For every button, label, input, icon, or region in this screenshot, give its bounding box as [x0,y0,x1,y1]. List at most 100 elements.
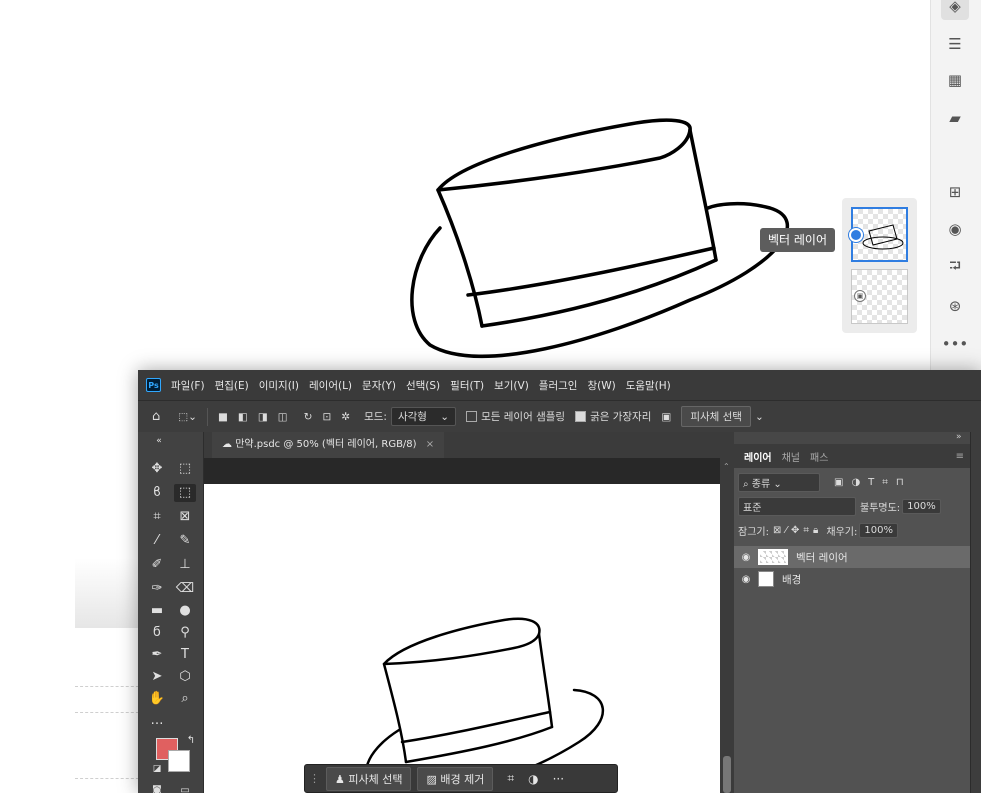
opacity-field[interactable]: 100% [902,498,941,514]
layer-row-background[interactable]: ◉ 배경 [734,568,970,590]
background-color-swatch[interactable] [168,750,190,772]
hard-edge-checkbox[interactable]: 굵은 가장자리 [575,409,651,424]
swap-colors-icon[interactable]: ↰ [180,732,202,750]
object-select-tool-icon[interactable]: ⬚⌄ [178,411,197,423]
menu-help[interactable]: 도움말(H) [626,378,671,393]
comment-icon[interactable]: ▰ [941,104,969,132]
layers-icon[interactable]: ◈ [941,0,969,20]
menu-bar: Ps 파일(F) 편집(E) 이미지(I) 레이어(L) 문자(Y) 선택(S)… [138,370,981,400]
import-icon[interactable]: ⮒ [941,254,969,282]
panel-menu-icon[interactable]: ≡ [956,451,964,462]
eye-icon[interactable]: ◉ [734,552,758,563]
fill-field[interactable]: 100% [859,522,898,538]
tab-layers[interactable]: 레이어 [744,449,772,464]
menu-type[interactable]: 문자(Y) [362,378,396,393]
home-icon[interactable]: ⌂ [152,409,160,424]
brush-tool-icon[interactable]: ✐ [146,556,168,574]
close-tab-icon[interactable]: × [426,439,434,450]
document-tab[interactable]: ☁ 만약.psdc @ 50% (벡터 레이어, RGB/8) × [212,432,445,458]
screen-mode-icon[interactable]: ▭ [174,782,196,793]
collapse-icon[interactable]: « [148,432,170,450]
refresh-icon[interactable]: ↻ [304,411,313,423]
intersect-selection-icon[interactable]: ◫ [278,411,288,423]
lock-icons[interactable]: ⊠⁄✥⌗🔒︎ [773,525,822,536]
menu-file[interactable]: 파일(F) [171,378,205,393]
more-icon[interactable]: ••• [941,330,969,358]
marquee-tool-icon[interactable]: ⬚ [174,460,196,478]
lock-label: 잠그기: [738,526,769,538]
zoom-alt-tool-icon[interactable]: ⚲ [174,624,196,642]
shape-tool-icon[interactable]: ⬡ [174,668,196,686]
hand-tool-icon[interactable]: ✋ [146,690,168,708]
settings-gear-icon[interactable]: ✲ [341,411,350,423]
lasso-tool-icon[interactable]: ϐ [146,484,168,502]
document-canvas[interactable] [204,484,720,793]
mode-select[interactable]: 사각형 ⌄ [390,407,457,426]
chevron-down-icon[interactable]: ⌄ [755,411,764,423]
type-tool-icon[interactable]: T [174,646,196,664]
scroll-up-icon[interactable]: ⌃ [723,462,730,471]
filter-type-icons[interactable]: ▣◑T⌗⊓ [834,477,912,488]
menu-select[interactable]: 선택(S) [406,378,440,393]
blend-mode-select[interactable]: 표준 [738,496,856,516]
background-layer-thumbnail[interactable]: ▣ [851,269,908,324]
person-icon: ♟ [335,772,349,786]
object-selection-tool-icon[interactable]: ⬚ [174,484,196,502]
menu-filter[interactable]: 필터(T) [450,378,484,393]
contextual-task-bar: ⋮ ♟ 피사체 선택 ▨ 배경 제거 ⌗ ◑ ··· [304,764,618,793]
scrollbar-thumb[interactable] [723,756,731,793]
menu-edit[interactable]: 편집(E) [215,378,249,393]
gradient-tool-icon[interactable]: ▬ [146,602,168,620]
object-finder-icon[interactable]: ⊡ [322,411,331,423]
move-tool-icon[interactable]: ✥ [146,460,168,478]
eye-icon[interactable]: ◉ [734,574,758,585]
adjust-icon[interactable]: ◑ [528,772,538,786]
transform-icon[interactable]: ⌗ [507,771,514,786]
dodge-tool-icon[interactable]: ϭ [146,624,168,642]
pen-tool-icon[interactable]: ✒ [146,646,168,664]
add-layer-icon[interactable]: ⊞ [941,178,969,206]
menu-plugins[interactable]: 플러그인 [539,378,578,393]
blur-tool-icon[interactable]: ● [174,602,196,620]
zoom-tool-icon[interactable]: ⌕ [174,690,196,708]
panel-side-strip [970,432,981,793]
eraser-tool-icon[interactable]: ⌫ [174,580,196,598]
subtract-selection-icon[interactable]: ◨ [258,411,268,423]
select-subject-button[interactable]: 피사체 선택 [681,406,751,427]
grid-icon[interactable]: ▦ [941,66,969,94]
more-tools-icon[interactable]: … [146,712,168,730]
menu-layer[interactable]: 레이어(L) [309,378,352,393]
remove-background-button[interactable]: ▨ 배경 제거 [417,766,494,791]
filter-kind-value: 종류 [751,478,771,490]
drag-handle-icon[interactable]: ⋮ [309,772,320,785]
select-subject-context-button[interactable]: ♟ 피사체 선택 [326,766,412,791]
feedback-icon[interactable]: ▣ [661,411,671,423]
frame-tool-icon[interactable]: ⊠ [174,508,196,526]
quick-mask-icon[interactable]: ◙ [146,782,168,793]
tab-paths[interactable]: 패스 [810,449,828,464]
vertical-scrollbar[interactable]: ⌃ [720,458,734,793]
add-selection-icon[interactable]: ◧ [238,411,248,423]
adjustments-icon[interactable]: ☰ [941,30,969,58]
opacity-label: 불투명도: [860,502,901,514]
filter-kind-select[interactable]: ⌕ 종류 ⌄ [738,472,820,492]
layer-name: 배경 [782,573,802,586]
eyedropper-tool-icon[interactable]: ⁄ [146,532,168,550]
menu-view[interactable]: 보기(V) [494,378,529,393]
stamp-tool-icon[interactable]: ⊥ [174,556,196,574]
layer-row-vector[interactable]: ◉ 벡터 레이어 [734,546,970,568]
menu-window[interactable]: 창(W) [587,378,615,393]
crop-tool-icon[interactable]: ⌗ [146,508,168,526]
sample-all-layers-checkbox[interactable]: 모든 레이어 샘플링 [466,409,565,424]
expand-panel-icon[interactable]: » [956,432,962,442]
blend-icon[interactable]: ⊛ [941,292,969,320]
healing-brush-icon[interactable]: ✎ [174,532,196,550]
visibility-icon[interactable]: ◉ [941,215,969,243]
menu-image[interactable]: 이미지(I) [259,378,299,393]
history-brush-icon[interactable]: ✑ [146,580,168,598]
path-selection-icon[interactable]: ➤ [146,668,168,686]
default-colors-icon[interactable]: ◪ [146,760,168,778]
more-options-icon[interactable]: ··· [553,772,564,786]
new-selection-icon[interactable]: ■ [218,411,228,423]
tab-channels[interactable]: 채널 [782,449,800,464]
